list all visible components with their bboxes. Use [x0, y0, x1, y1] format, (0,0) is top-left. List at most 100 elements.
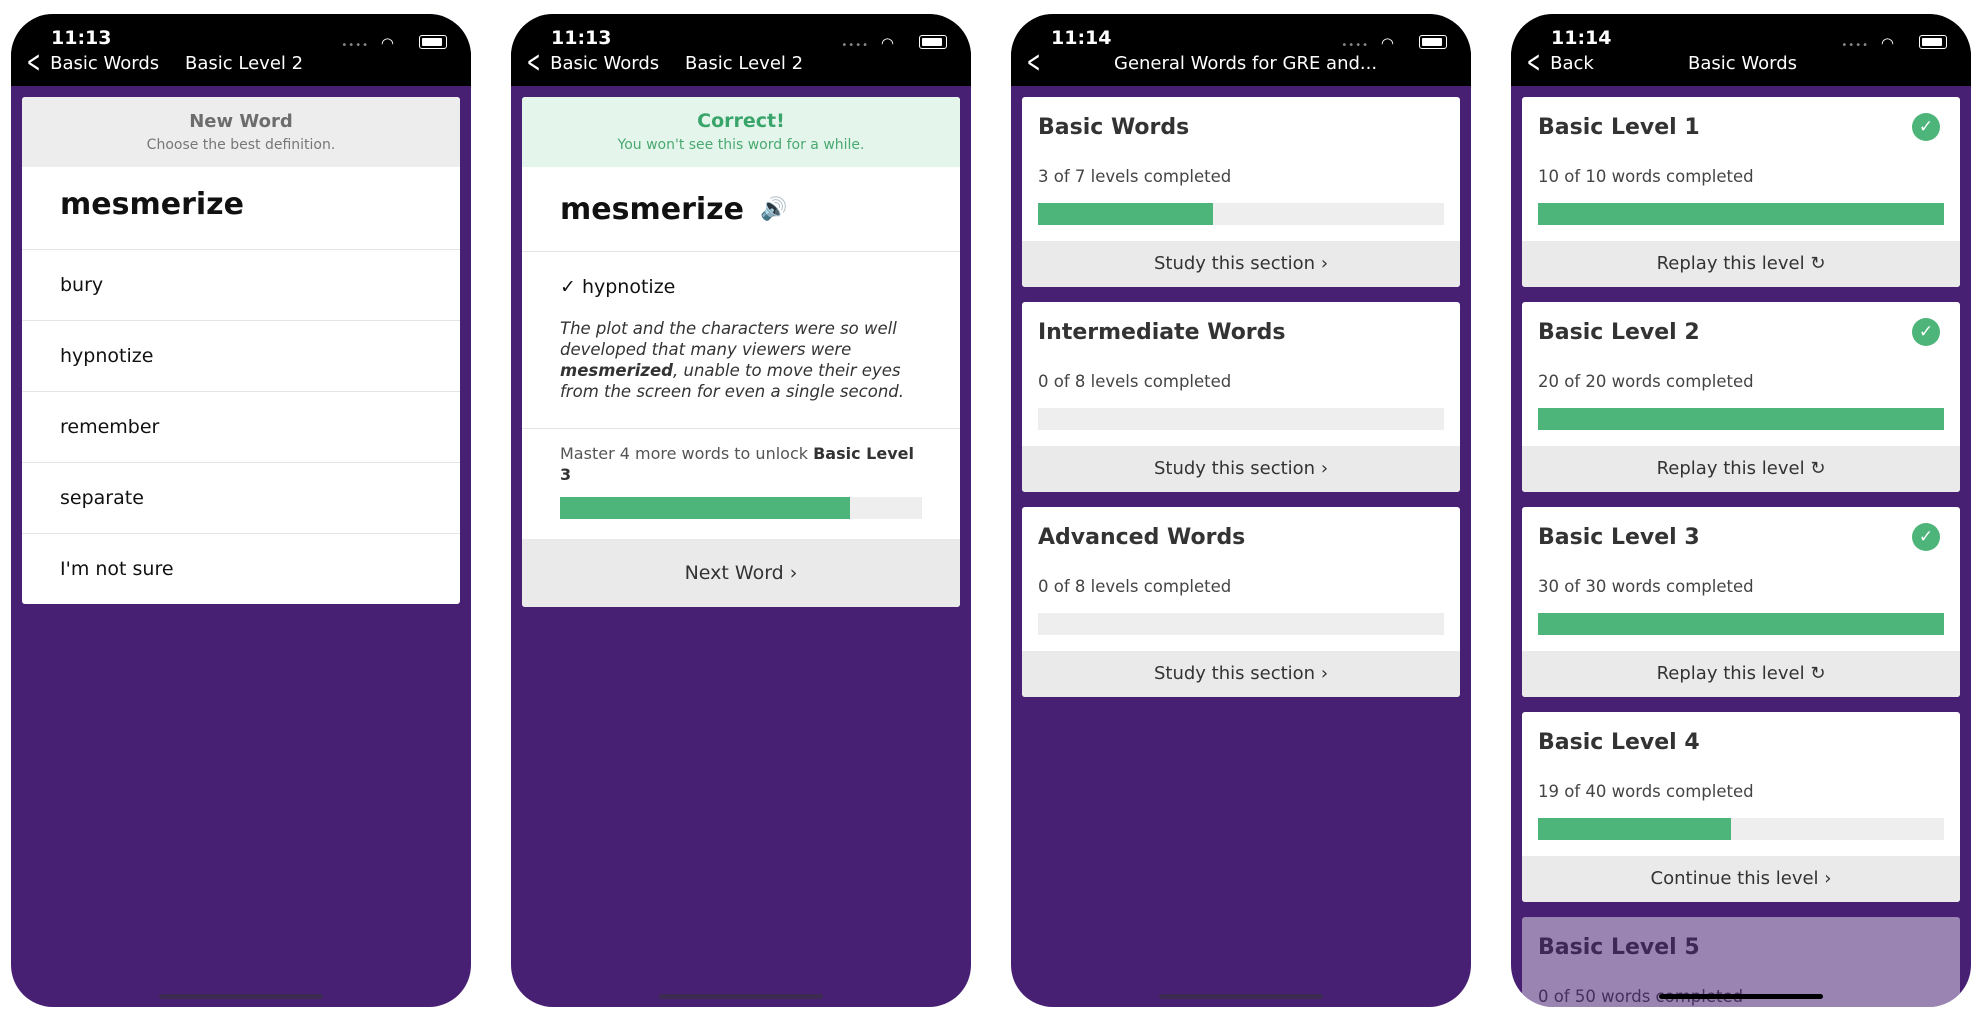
home-indicator — [1159, 994, 1323, 999]
back-button[interactable]: < Basic Words — [21, 45, 160, 80]
battery-icon — [419, 35, 447, 49]
clock: 11:14 — [1551, 27, 1612, 49]
result-word: mesmerize — [560, 191, 744, 227]
chevron-left-icon: < — [1526, 45, 1541, 80]
chevron-left-icon: < — [1026, 45, 1041, 80]
progress-fill — [1538, 818, 1731, 840]
question-header-subtitle: Choose the best definition. — [146, 137, 336, 153]
next-word-button[interactable]: Next Word › — [522, 539, 960, 607]
level-title: Basic Level 5 — [1538, 935, 1700, 960]
correct-subtitle: You won't see this word for a while. — [617, 137, 865, 153]
section-title: Basic Words — [1038, 115, 1190, 140]
chevron-right-icon: › — [1824, 868, 1832, 889]
phone-screen-1: 11:13 •••• ◠ < Basic Words Basic Level 2 N… — [11, 14, 471, 1007]
study-section-button[interactable]: Study this section › — [1022, 651, 1460, 697]
chevron-left-icon: < — [526, 45, 541, 80]
checkmark-icon: ✓ — [1912, 318, 1940, 346]
nav-title: Basic Level 2 — [185, 53, 304, 74]
progress-fill — [1538, 613, 1944, 635]
level-title: Basic Level 1 — [1538, 115, 1700, 140]
chevron-right-icon: › — [789, 562, 798, 584]
level-progress-text: 20 of 20 words completed — [1538, 372, 1754, 391]
phone-screen-3: 11:14 •••• ◠ < General Words for GRE and.… — [1011, 14, 1471, 1007]
chevron-left-icon: < — [26, 45, 41, 80]
question-card: New Word Choose the best definition. mes… — [22, 97, 460, 604]
answer-option[interactable]: separate — [22, 463, 460, 534]
result-card: Correct! You won't see this word for a w… — [522, 97, 960, 607]
answer-option[interactable]: bury — [22, 250, 460, 321]
level-title: Basic Level 3 — [1538, 525, 1700, 550]
level-progress-bar — [560, 497, 922, 519]
nav-title: General Words for GRE and... — [1114, 53, 1378, 74]
battery-icon — [1419, 35, 1447, 49]
level-progress-text: 19 of 40 words completed — [1538, 782, 1754, 801]
replay-icon: ↻ — [1810, 663, 1826, 684]
section-title: Advanced Words — [1038, 525, 1246, 550]
section-progress-text: 0 of 8 levels completed — [1038, 372, 1232, 391]
home-indicator — [159, 994, 323, 999]
level-card: ✓ Basic Level 1 10 of 10 words completed… — [1522, 97, 1960, 287]
back-button[interactable]: < Back — [1521, 45, 1594, 80]
section-title: Intermediate Words — [1038, 320, 1286, 345]
continue-level-button[interactable]: Continue this level › — [1522, 856, 1960, 902]
level-title: Basic Level 4 — [1538, 730, 1700, 755]
battery-icon — [919, 35, 947, 49]
back-button[interactable]: < — [1021, 45, 1050, 80]
back-button[interactable]: < Basic Words — [521, 45, 660, 80]
level-title: Basic Level 2 — [1538, 320, 1700, 345]
checkmark-icon: ✓ — [1912, 523, 1940, 551]
level-progress-bar — [1538, 613, 1944, 635]
level-progress-text: 0 of 50 words completed — [1538, 987, 1744, 1006]
home-indicator — [1659, 994, 1823, 999]
replay-level-button[interactable]: Replay this level ↻ — [1522, 446, 1960, 492]
level-progress-bar — [1538, 203, 1944, 225]
status-bar: 11:14 •••• ◠ < General Words for GRE and.… — [1011, 14, 1471, 86]
phone-screen-4: 11:14 •••• ◠ < Back Basic Words ✓ Basic Le… — [1511, 14, 1971, 1007]
not-sure-option[interactable]: I'm not sure — [22, 534, 460, 604]
chevron-right-icon: › — [1320, 663, 1329, 684]
status-bar: 11:13 •••• ◠ < Basic Words Basic Level 2 — [11, 14, 471, 86]
level-progress-text: 30 of 30 words completed — [1538, 577, 1754, 596]
nav-title: Basic Level 2 — [685, 53, 804, 74]
unlock-message: Master 4 more words to unlock Basic Leve… — [560, 444, 914, 484]
correct-title: Correct! — [697, 110, 785, 132]
clock: 11:13 — [51, 27, 112, 49]
replay-icon: ↻ — [1810, 253, 1826, 274]
level-progress-text: 10 of 10 words completed — [1538, 167, 1754, 186]
section-card: Advanced Words 0 of 8 levels completed S… — [1022, 507, 1460, 697]
progress-fill — [1538, 408, 1944, 430]
question-header-title: New Word — [189, 111, 293, 132]
status-bar: 11:13 •••• ◠ < Basic Words Basic Level 2 — [511, 14, 971, 86]
level-card: ✓ Basic Level 2 20 of 20 words completed… — [1522, 302, 1960, 492]
answer-option[interactable]: remember — [22, 392, 460, 463]
speaker-icon[interactable]: 🔊 — [760, 197, 787, 222]
section-progress-bar — [1038, 613, 1444, 635]
clock: 11:13 — [551, 27, 612, 49]
level-progress-bar — [1538, 818, 1944, 840]
section-progress-bar — [1038, 203, 1444, 225]
level-card: ✓ Basic Level 3 30 of 30 words completed… — [1522, 507, 1960, 697]
section-card: Basic Words 3 of 7 levels completed Stud… — [1022, 97, 1460, 287]
replay-icon: ↻ — [1810, 458, 1826, 479]
section-progress-bar — [1038, 408, 1444, 430]
replay-level-button[interactable]: Replay this level ↻ — [1522, 241, 1960, 287]
correct-answer: ✓ hypnotize — [560, 276, 676, 298]
nav-title: Basic Words — [1688, 53, 1798, 74]
question-word: mesmerize — [22, 167, 460, 250]
checkmark-icon: ✓ — [1912, 113, 1940, 141]
answer-option[interactable]: hypnotize — [22, 321, 460, 392]
section-progress-text: 3 of 7 levels completed — [1038, 167, 1232, 186]
section-progress-text: 0 of 8 levels completed — [1038, 577, 1232, 596]
progress-fill — [560, 497, 850, 519]
level-card: Basic Level 4 19 of 40 words completed C… — [1522, 712, 1960, 902]
example-sentence: The plot and the characters were so well… — [560, 319, 905, 401]
chevron-right-icon: › — [1320, 253, 1329, 274]
study-section-button[interactable]: Study this section › — [1022, 446, 1460, 492]
replay-level-button[interactable]: Replay this level ↻ — [1522, 651, 1960, 697]
status-bar: 11:14 •••• ◠ < Back Basic Words — [1511, 14, 1971, 86]
home-indicator — [659, 994, 823, 999]
study-section-button[interactable]: Study this section › — [1022, 241, 1460, 287]
clock: 11:14 — [1051, 27, 1112, 49]
battery-icon — [1919, 35, 1947, 49]
level-progress-bar — [1538, 408, 1944, 430]
